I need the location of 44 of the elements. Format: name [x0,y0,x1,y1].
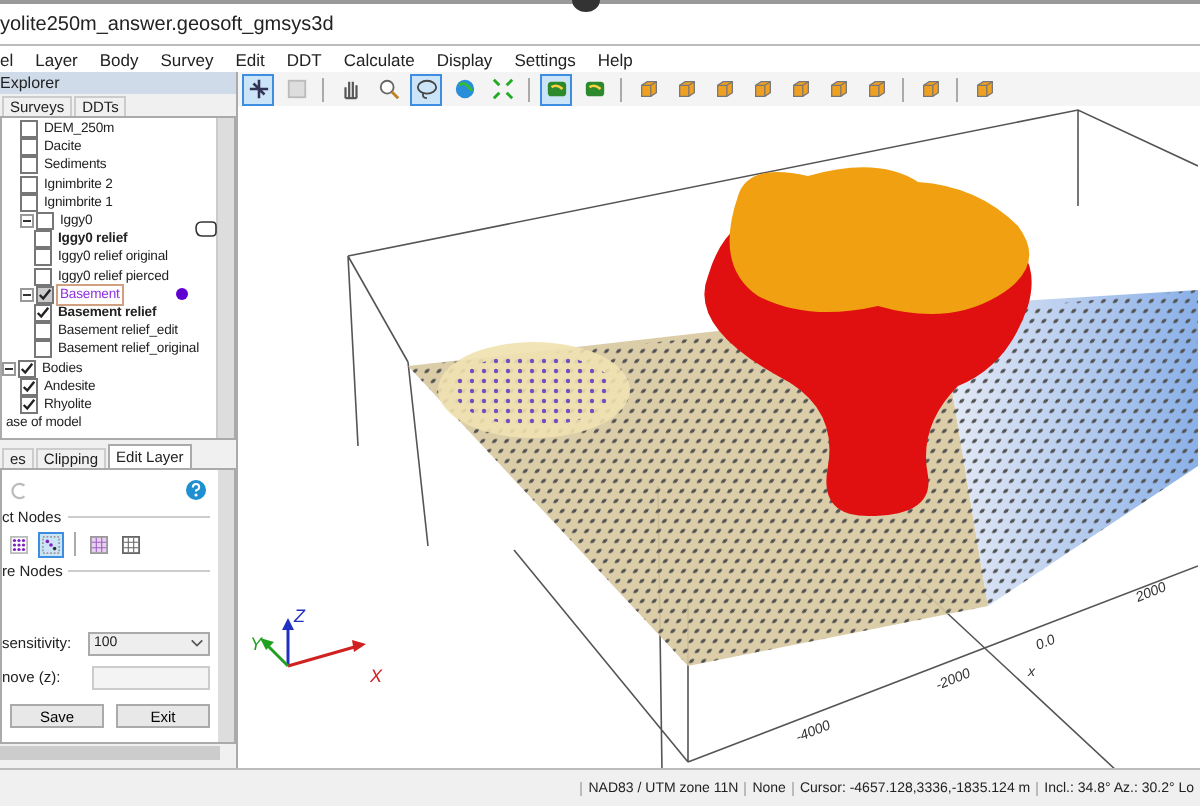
checkbox[interactable] [18,359,36,378]
node-select-icon[interactable] [6,531,32,557]
checkbox[interactable] [36,212,54,231]
collapse-icon[interactable] [2,361,16,376]
menu-item[interactable]: Edit [235,49,265,69]
checkbox[interactable] [20,120,38,139]
axis-letter: Y [250,634,263,654]
axis-letter: Z [294,606,305,626]
menu-item[interactable]: Help [597,49,633,69]
menu-item[interactable]: el [0,49,14,69]
checkbox[interactable] [34,230,52,249]
pointer-icon[interactable] [242,73,274,105]
checkbox[interactable] [20,138,38,157]
scrollbar[interactable] [216,118,234,438]
collapse-icon[interactable] [20,214,34,229]
checkbox[interactable] [34,340,52,359]
checkbox[interactable] [20,377,38,396]
checkbox[interactable] [34,248,52,267]
help-icon[interactable] [186,480,206,500]
scrollbar[interactable] [218,470,234,742]
checkbox[interactable] [20,156,38,175]
grid-icon[interactable] [118,531,144,557]
lasso-icon[interactable] [410,73,442,105]
window-title: yolite250m_answer.geosoft_gmsys3d [0,13,334,35]
menu-item[interactable]: Body [99,49,139,69]
checkbox[interactable] [36,285,54,304]
axis-letter: X [370,666,383,686]
menu-item[interactable]: Calculate [343,49,415,69]
axis-triad-drawing [260,618,366,668]
collapse-icon[interactable] [20,287,34,302]
checkbox[interactable] [20,175,38,194]
menu-item[interactable]: Layer [35,49,78,69]
menu-item[interactable]: Settings [514,49,576,69]
explorer-title: Explorer [0,74,60,92]
node-select-icon[interactable] [38,531,64,557]
checkbox[interactable] [34,322,52,341]
menu-item[interactable]: Display [436,49,493,69]
grid-icon[interactable] [86,531,112,557]
checkbox[interactable] [34,303,52,322]
scrollbar[interactable] [0,746,220,760]
checkbox[interactable] [34,267,52,286]
menu-item[interactable]: Survey [160,49,214,69]
menu-item[interactable]: DDT [286,49,322,69]
caret-icon [190,638,204,648]
